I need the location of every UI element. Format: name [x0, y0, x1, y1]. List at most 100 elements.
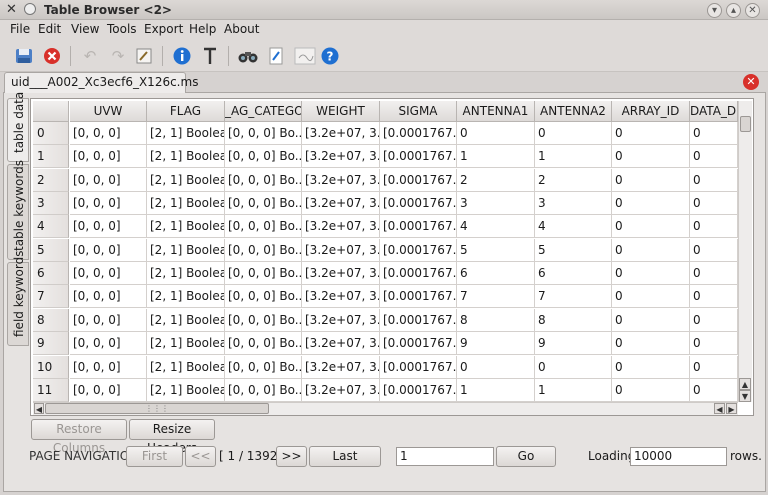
table-cell[interactable]: [0.0001767... — [380, 239, 457, 262]
info-icon[interactable] — [170, 44, 194, 68]
table-cell[interactable]: 0 — [690, 379, 738, 402]
table-cell[interactable]: [2, 1] Boolean — [147, 285, 225, 308]
edit-icon[interactable] — [132, 44, 156, 68]
column-header[interactable]: FLAG — [147, 101, 225, 122]
prev-page-button[interactable]: << — [185, 446, 216, 467]
row-header[interactable]: 0 — [33, 122, 69, 145]
go-button[interactable]: Go — [496, 446, 556, 467]
table-cell[interactable]: [0.0001767... — [380, 379, 457, 402]
table-cell[interactable]: 5 — [457, 239, 535, 262]
table-cell[interactable]: 0 — [612, 262, 690, 285]
row-header[interactable]: 4 — [33, 215, 69, 238]
row-header[interactable]: 9 — [33, 332, 69, 355]
table-cell[interactable]: [0, 0, 0] Bo... — [225, 192, 302, 215]
row-header[interactable]: 11 — [33, 379, 69, 402]
table-cell[interactable]: [3.2e+07, 3.... — [302, 239, 380, 262]
row-header[interactable]: 1 — [33, 145, 69, 168]
table-cell[interactable]: 6 — [535, 262, 612, 285]
table-cell[interactable]: 9 — [535, 332, 612, 355]
menu-tools[interactable]: Tools — [107, 22, 137, 36]
table-cell[interactable]: 0 — [690, 215, 738, 238]
table-cell[interactable]: [0.0001767... — [380, 285, 457, 308]
table-cell[interactable]: [0, 0, 0] Bo... — [225, 145, 302, 168]
table-cell[interactable]: [2, 1] Boolean — [147, 192, 225, 215]
table-cell[interactable]: [0.0001767... — [380, 122, 457, 145]
loading-rows-input[interactable]: 10000 — [630, 447, 727, 466]
column-header[interactable]: WEIGHT — [302, 101, 380, 122]
menu-view[interactable]: View — [71, 22, 99, 36]
table-cell[interactable]: 3 — [457, 192, 535, 215]
table-cell[interactable]: [0, 0, 0] — [70, 262, 147, 285]
column-header[interactable]: ARRAY_ID — [612, 101, 690, 122]
side-tab-table-data[interactable]: table data — [7, 92, 29, 162]
menu-edit[interactable]: Edit — [38, 22, 61, 36]
table-cell[interactable]: [3.2e+07, 3.... — [302, 215, 380, 238]
table-cell[interactable]: 0 — [690, 285, 738, 308]
table-cell[interactable]: [0, 0, 0] — [70, 215, 147, 238]
table-cell[interactable]: [0, 0, 0] Bo... — [225, 309, 302, 332]
resize-headers-button[interactable]: Resize Headers — [129, 419, 215, 455]
table-cell[interactable]: 0 — [690, 356, 738, 379]
column-header[interactable]: _AG_CATEGOF — [225, 101, 302, 122]
redo-icon[interactable]: ↷ — [106, 44, 130, 68]
table-cell[interactable]: [3.2e+07, 3.... — [302, 356, 380, 379]
pin-icon[interactable] — [24, 3, 36, 15]
table-cell[interactable]: [3.2e+07, 3.... — [302, 262, 380, 285]
table-cell[interactable]: [2, 1] Boolean — [147, 379, 225, 402]
table-cell[interactable]: [2, 1] Boolean — [147, 239, 225, 262]
table-cell[interactable]: [0, 0, 0] Bo... — [225, 169, 302, 192]
table-cell[interactable]: [2, 1] Boolean — [147, 215, 225, 238]
table-cell[interactable]: [3.2e+07, 3.... — [302, 285, 380, 308]
scroll-down-icon[interactable]: ▼ — [739, 390, 751, 402]
table-cell[interactable]: [0, 0, 0] Bo... — [225, 332, 302, 355]
table-cell[interactable]: [3.2e+07, 3.... — [302, 145, 380, 168]
table-cell[interactable]: [0, 0, 0] — [70, 192, 147, 215]
table-cell[interactable]: [0, 0, 0] — [70, 309, 147, 332]
table-cell[interactable]: 0 — [690, 262, 738, 285]
table-cell[interactable]: [2, 1] Boolean — [147, 309, 225, 332]
table-cell[interactable]: [0.0001767... — [380, 215, 457, 238]
table-cell[interactable]: 0 — [612, 169, 690, 192]
row-header[interactable]: 10 — [33, 356, 69, 379]
table-cell[interactable]: 0 — [690, 192, 738, 215]
table-cell[interactable]: 0 — [612, 215, 690, 238]
table-cell[interactable]: 0 — [535, 356, 612, 379]
sort-icon[interactable] — [264, 44, 288, 68]
table-cell[interactable]: 8 — [535, 309, 612, 332]
last-page-button[interactable]: Last — [309, 446, 381, 467]
table-cell[interactable]: 2 — [457, 169, 535, 192]
table-cell[interactable]: [0.0001767... — [380, 309, 457, 332]
table-cell[interactable]: 1 — [457, 145, 535, 168]
table-cell[interactable]: 1 — [457, 379, 535, 402]
table-cell[interactable]: [3.2e+07, 3.... — [302, 192, 380, 215]
scroll-left-icon[interactable]: ◀ — [34, 403, 44, 414]
table-cell[interactable]: [0, 0, 0] Bo... — [225, 356, 302, 379]
vertical-scroll-thumb[interactable] — [740, 116, 751, 132]
plot-icon[interactable] — [198, 44, 222, 68]
table-cell[interactable]: 8 — [457, 309, 535, 332]
menu-export[interactable]: Export — [144, 22, 183, 36]
column-header[interactable]: UVW — [70, 101, 147, 122]
document-tab[interactable]: uid___A002_Xc3ecf6_X126c.ms — [4, 72, 198, 93]
table-cell[interactable]: [0, 0, 0] Bo... — [225, 122, 302, 145]
table-cell[interactable]: 4 — [535, 215, 612, 238]
close-tab-icon[interactable]: ✕ — [743, 74, 759, 90]
help-icon[interactable]: ? — [318, 44, 342, 68]
row-header[interactable]: 3 — [33, 192, 69, 215]
table-cell[interactable]: [0, 0, 0] Bo... — [225, 262, 302, 285]
vertical-scrollbar[interactable] — [738, 101, 752, 402]
expression-icon[interactable] — [292, 44, 320, 68]
table-cell[interactable]: 0 — [612, 192, 690, 215]
table-cell[interactable]: 0 — [690, 332, 738, 355]
table-cell[interactable]: [2, 1] Boolean — [147, 169, 225, 192]
goto-page-input[interactable]: 1 — [396, 447, 494, 466]
table-cell[interactable]: [0, 0, 0] — [70, 145, 147, 168]
table-cell[interactable]: 0 — [690, 122, 738, 145]
table-cell[interactable]: 0 — [690, 145, 738, 168]
table-cell[interactable]: [0, 0, 0] — [70, 169, 147, 192]
table-cell[interactable]: 0 — [535, 122, 612, 145]
row-header[interactable]: 7 — [33, 285, 69, 308]
table-cell[interactable]: [3.2e+07, 3.... — [302, 332, 380, 355]
table-cell[interactable]: 2 — [535, 169, 612, 192]
table-cell[interactable]: [2, 1] Boolean — [147, 262, 225, 285]
